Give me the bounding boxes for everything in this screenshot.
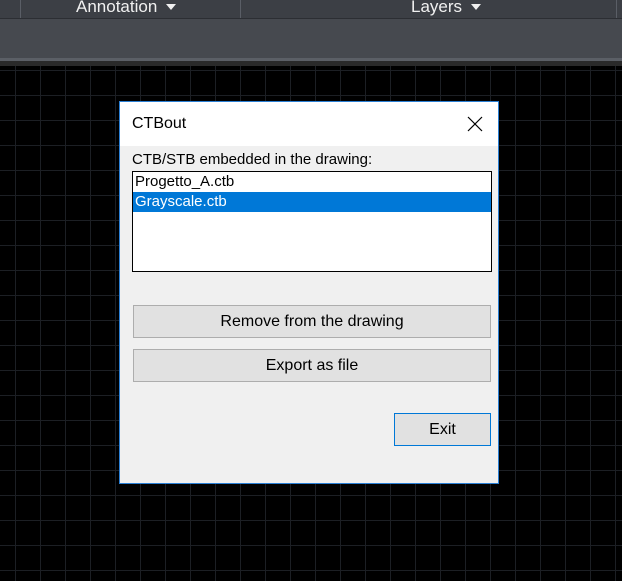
ribbon-separator <box>616 0 617 18</box>
export-as-file-button[interactable]: Export as file <box>133 349 491 382</box>
dialog-titlebar[interactable]: CTBout <box>120 102 498 146</box>
ribbon-separator <box>240 0 241 18</box>
exit-button[interactable]: Exit <box>394 413 491 446</box>
list-item-selected[interactable]: Grayscale.ctb <box>133 192 491 212</box>
caret-down-icon <box>166 4 177 10</box>
ribbon-strip <box>0 19 622 58</box>
annotation-panel-title[interactable]: Annotation <box>76 0 177 17</box>
close-button[interactable] <box>452 102 498 146</box>
ctb-listbox[interactable]: Progetto_A.ctb Grayscale.ctb <box>132 171 492 272</box>
layers-panel-title[interactable]: Layers <box>411 0 482 17</box>
dialog-title: CTBout <box>132 115 187 132</box>
remove-from-drawing-button[interactable]: Remove from the drawing <box>133 305 491 338</box>
ctbout-dialog: CTBout CTB/STB embedded in the drawing: … <box>119 101 499 484</box>
list-label: CTB/STB embedded in the drawing: <box>132 151 373 168</box>
layers-panel-label: Layers <box>411 0 463 16</box>
list-item[interactable]: Progetto_A.ctb <box>133 172 491 192</box>
annotation-panel-label: Annotation <box>76 0 158 16</box>
ribbon-separator <box>20 0 21 18</box>
close-icon <box>467 116 483 132</box>
caret-down-icon <box>471 4 482 10</box>
ribbon-panel-bar: Annotation Layers <box>0 0 622 19</box>
